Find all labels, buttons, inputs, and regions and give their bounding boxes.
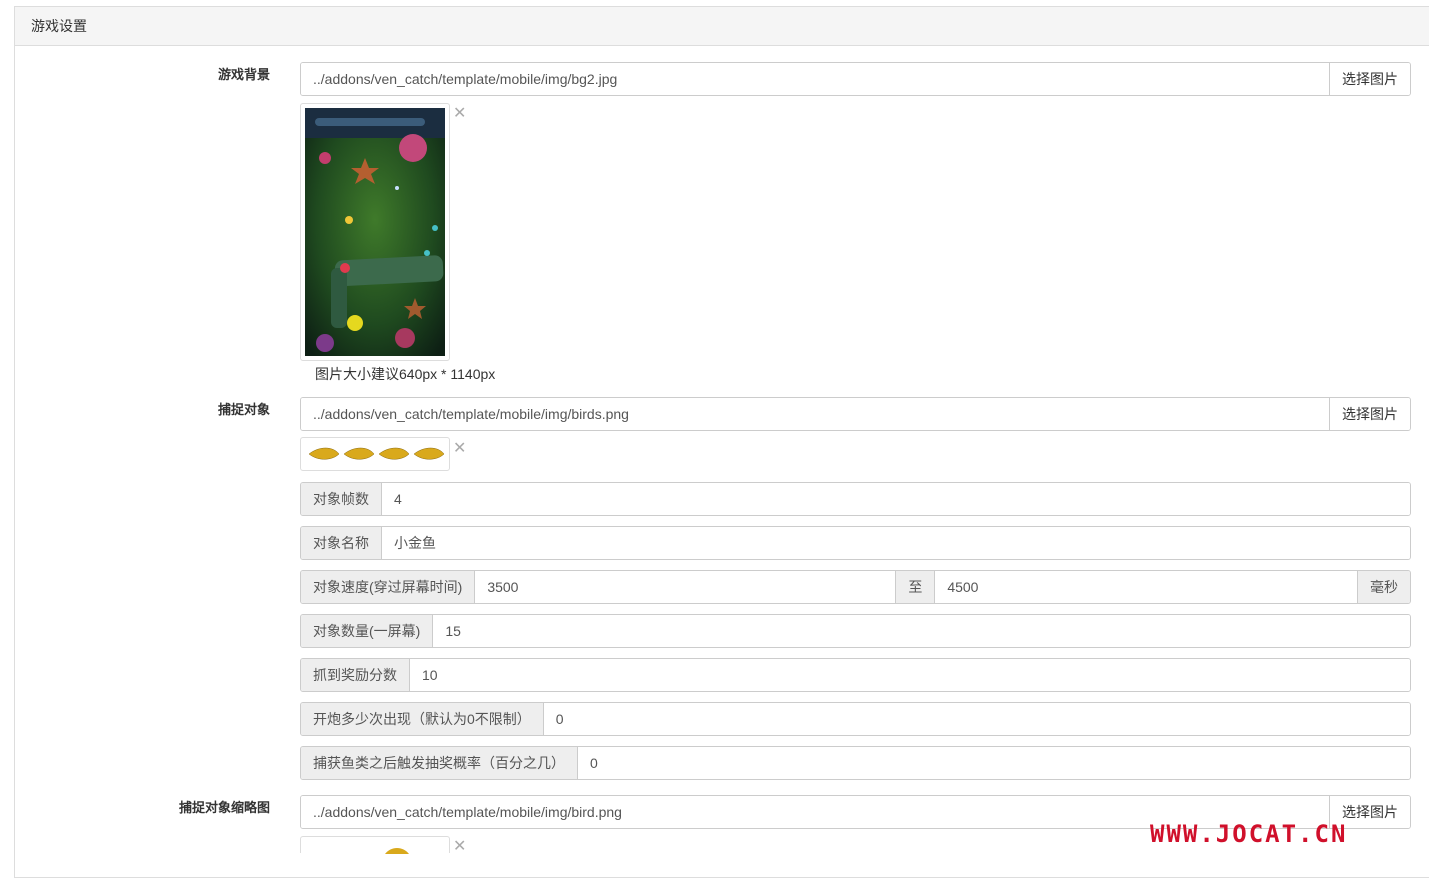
background-select-button[interactable]: 选择图片 <box>1329 63 1410 95</box>
target-label: 捕捉对象 <box>217 402 270 417</box>
target-select-button[interactable]: 选择图片 <box>1329 398 1410 430</box>
frames-input[interactable] <box>382 483 1410 515</box>
name-addon-label: 对象名称 <box>301 527 382 559</box>
lottery-rate-input[interactable] <box>578 747 1410 779</box>
thumbnail-preview-image <box>385 848 409 854</box>
frames-addon-label: 对象帧数 <box>301 483 382 515</box>
watermark: WWW.JOCAT.CN <box>1150 820 1348 848</box>
speed-unit-addon: 毫秒 <box>1357 571 1410 603</box>
name-input[interactable] <box>382 527 1410 559</box>
target-remove-close-icon[interactable]: ✕ <box>453 441 466 457</box>
speed-addon-label: 对象速度(穿过屏幕时间) <box>301 571 476 603</box>
speed-to-addon: 至 <box>895 571 936 603</box>
target-preview-image <box>308 447 445 460</box>
background-input-group: 选择图片 <box>300 62 1411 96</box>
background-size-help: 图片大小建议640px * 1140px <box>315 366 496 382</box>
lottery-rate-addon-label: 捕获鱼类之后触发抽奖概率（百分之几） <box>301 747 578 779</box>
target-preview <box>300 437 450 471</box>
background-label: 游戏背景 <box>217 67 270 82</box>
thumbnail-preview <box>300 836 450 854</box>
score-input-group: 抓到奖励分数 <box>300 658 1411 692</box>
count-input-group: 对象数量(一屏幕) <box>300 614 1411 648</box>
thumbnail-label: 捕捉对象缩略图 <box>178 800 270 815</box>
background-remove-close-icon[interactable]: ✕ <box>453 106 466 122</box>
count-addon-label: 对象数量(一屏幕) <box>301 615 434 647</box>
speed-input-group: 对象速度(穿过屏幕时间) 至 毫秒 <box>300 570 1411 604</box>
score-addon-label: 抓到奖励分数 <box>301 659 410 691</box>
name-input-group: 对象名称 <box>300 526 1411 560</box>
background-preview-image <box>305 108 445 356</box>
count-input[interactable] <box>433 615 1410 647</box>
lottery-rate-input-group: 捕获鱼类之后触发抽奖概率（百分之几） <box>300 746 1411 780</box>
target-image-input-group: 选择图片 <box>300 397 1411 431</box>
appear-after-input[interactable] <box>543 703 1410 735</box>
appear-after-input-group: 开炮多少次出现（默认为0不限制） <box>300 702 1411 736</box>
background-preview <box>300 103 450 361</box>
target-path-input[interactable] <box>301 398 1329 430</box>
speed-to-input[interactable] <box>935 571 1357 603</box>
score-input[interactable] <box>410 659 1410 691</box>
speed-from-input[interactable] <box>475 571 896 603</box>
background-path-input[interactable] <box>301 63 1329 95</box>
frames-input-group: 对象帧数 <box>300 482 1411 516</box>
panel-title: 游戏设置 <box>15 7 1429 46</box>
appear-after-addon-label: 开炮多少次出现（默认为0不限制） <box>301 703 544 735</box>
